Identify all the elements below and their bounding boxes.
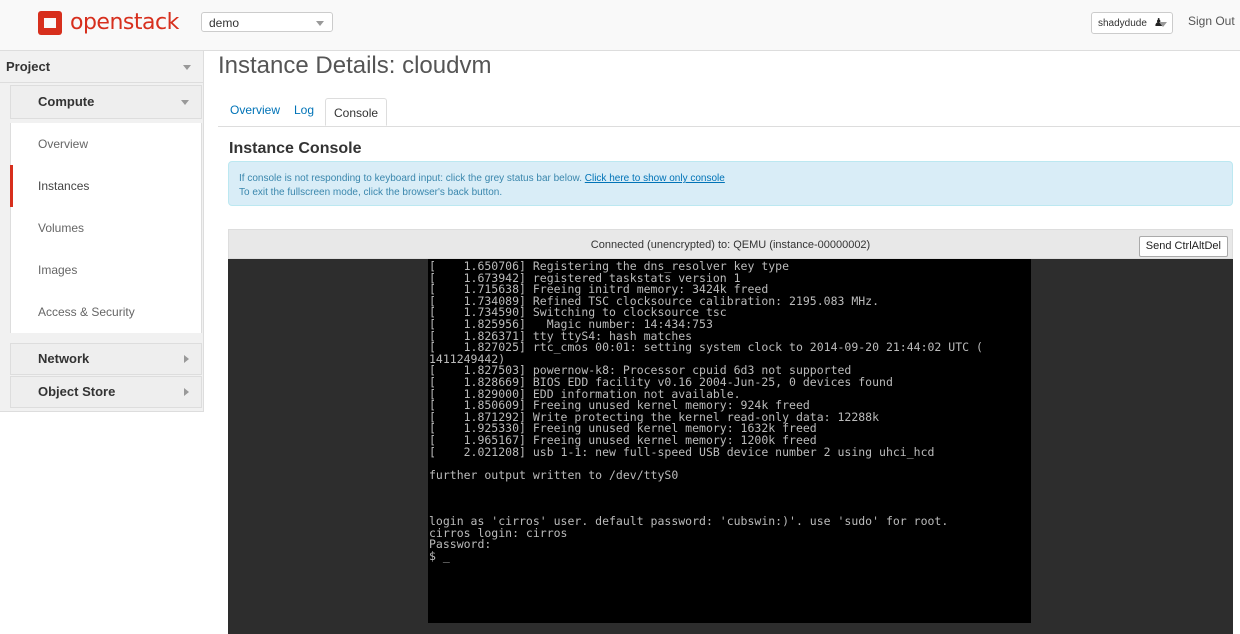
terminal-line: [ 1.827025] rtc_cmos 00:01: setting syst… bbox=[429, 340, 983, 355]
chevron-down-icon bbox=[1159, 22, 1167, 27]
user-name: shadydude bbox=[1098, 18, 1147, 29]
sign-out-link[interactable]: Sign Out bbox=[1188, 14, 1235, 28]
top-header: openstack demo shadydude ♟ Sign Out bbox=[0, 0, 1240, 51]
terminal-line: [ 2.021208] usb 1-1: new full-speed USB … bbox=[429, 444, 935, 459]
chevron-right-icon bbox=[184, 388, 189, 396]
chevron-down-icon bbox=[181, 100, 189, 105]
chevron-right-icon bbox=[184, 355, 189, 363]
sidebar-item-label: Volumes bbox=[38, 221, 85, 235]
sidebar-compute-header[interactable]: Compute bbox=[10, 85, 202, 119]
tab-console[interactable]: Console bbox=[325, 98, 388, 126]
sidebar-item-volumes[interactable]: Volumes bbox=[10, 207, 202, 249]
sidebar-item-label: Access & Security bbox=[38, 305, 135, 319]
sidebar-network-label: Network bbox=[38, 351, 90, 366]
sidebar-item-overview[interactable]: Overview bbox=[10, 123, 202, 165]
show-only-console-link[interactable]: Click here to show only console bbox=[585, 173, 725, 184]
terminal-line: $ _ bbox=[429, 548, 450, 563]
logo-icon bbox=[38, 10, 62, 35]
chevron-down-icon bbox=[316, 21, 324, 26]
sidebar-item-label: Images bbox=[38, 263, 78, 277]
sidebar-network-header[interactable]: Network bbox=[10, 343, 202, 375]
info-text: If console is not responding to keyboard… bbox=[239, 173, 582, 184]
console-status-text: Connected (unencrypted) to: QEMU (instan… bbox=[590, 239, 871, 251]
tab-bar: Overview Log Console bbox=[218, 98, 1240, 127]
terminal-output: [ 1.650706] Registering the dns_resolver… bbox=[429, 260, 983, 563]
sidebar-object-store-label: Object Store bbox=[38, 384, 116, 399]
info-text-fullscreen: To exit the fullscreen mode, click the b… bbox=[239, 187, 503, 198]
sidebar-item-instances[interactable]: Instances bbox=[10, 165, 202, 207]
sidebar-compute-label: Compute bbox=[38, 94, 95, 109]
sidebar-item-label: Overview bbox=[38, 137, 89, 151]
sidebar-project-header[interactable]: Project bbox=[0, 51, 203, 83]
sidebar-item-images[interactable]: Images bbox=[10, 249, 202, 291]
send-ctrl-alt-del-button[interactable]: Send CtrlAltDel bbox=[1138, 236, 1228, 257]
openstack-logo[interactable]: openstack bbox=[38, 10, 179, 35]
sidebar-project-label: Project bbox=[6, 59, 51, 74]
sidebar-item-access-security[interactable]: Access & Security bbox=[10, 291, 202, 333]
console-status-bar[interactable]: Connected (unencrypted) to: QEMU (instan… bbox=[228, 229, 1233, 259]
tab-overview[interactable]: Overview bbox=[230, 103, 280, 117]
section-title: Instance Console bbox=[229, 140, 362, 157]
sidebar: Project Compute Overview Instances Volum… bbox=[0, 51, 204, 412]
tab-log[interactable]: Log bbox=[294, 103, 314, 117]
sidebar-object-store-header[interactable]: Object Store bbox=[10, 376, 202, 408]
info-alert: If console is not responding to keyboard… bbox=[228, 161, 1233, 206]
chevron-down-icon bbox=[183, 65, 191, 70]
logo-text: openstack bbox=[70, 10, 179, 35]
project-select[interactable]: demo bbox=[201, 12, 333, 32]
terminal-line: further output written to /dev/ttyS0 bbox=[429, 467, 679, 482]
project-select-value: demo bbox=[209, 16, 240, 30]
page-title: Instance Details: cloudvm bbox=[218, 52, 492, 79]
user-menu[interactable]: shadydude ♟ bbox=[1091, 12, 1173, 34]
sidebar-item-label: Instances bbox=[38, 179, 90, 193]
